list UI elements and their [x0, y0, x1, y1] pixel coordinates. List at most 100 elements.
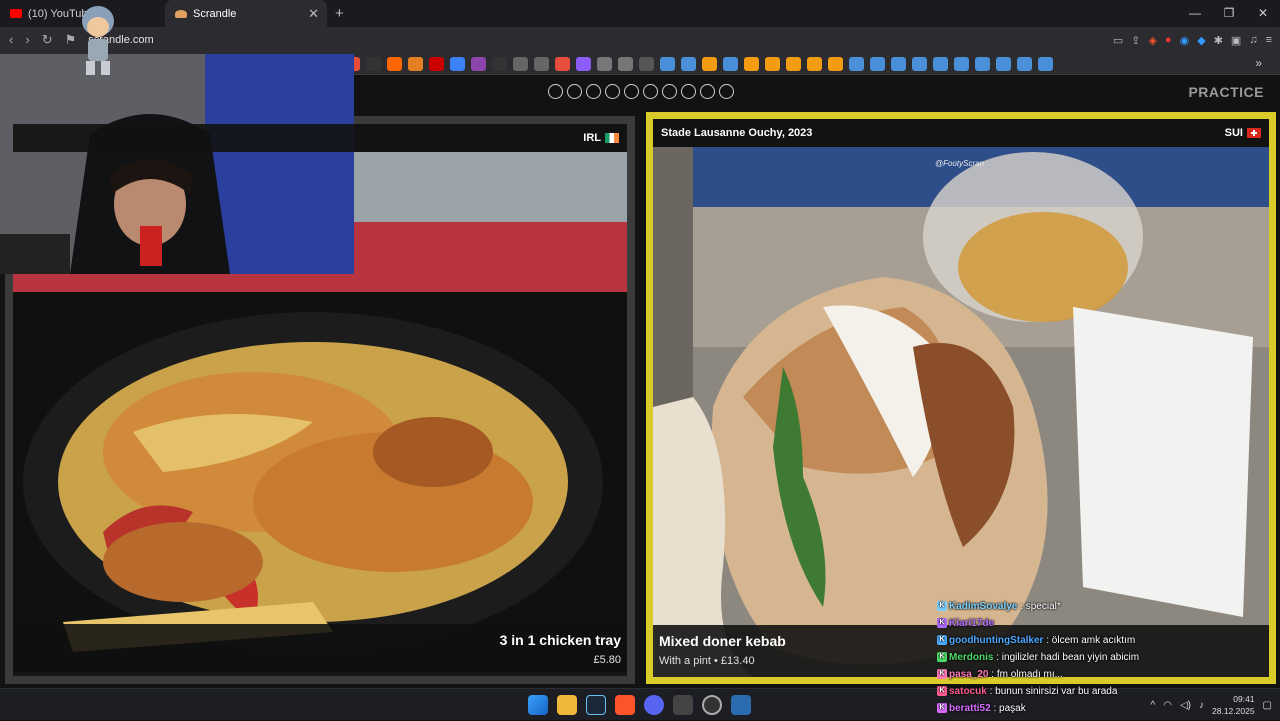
brave-icon[interactable] — [615, 695, 635, 715]
chat-separator: : — [986, 686, 996, 697]
steam-icon[interactable] — [586, 695, 606, 715]
round-dot — [700, 84, 715, 99]
bookmark-favicon-icon[interactable] — [1038, 57, 1053, 71]
bookmark-favicon-icon[interactable] — [429, 57, 444, 71]
chat-username[interactable]: pasa_20 — [949, 669, 988, 680]
reload-icon[interactable]: ↻ — [42, 32, 53, 48]
card-footer: 3 in 1 chicken tray £5.80 — [13, 624, 627, 676]
chat-separator: : — [988, 669, 997, 680]
bookmark-favicon-icon[interactable] — [870, 57, 885, 71]
round-dot — [643, 84, 658, 99]
location-label: Stade Lausanne Ouchy, 2023 — [661, 127, 813, 139]
chat-badge-icon: K — [937, 669, 947, 680]
bookmark-favicon-icon[interactable] — [576, 57, 591, 71]
notification-icon[interactable]: ▢ — [1263, 700, 1272, 711]
file-explorer-icon[interactable] — [557, 695, 577, 715]
bookmark-favicon-icon[interactable] — [807, 57, 822, 71]
extension-icon[interactable]: ● — [1165, 34, 1172, 46]
chat-message: K Merdonis : ingilizler hadi bean yiyin a… — [937, 649, 1237, 666]
bookmark-favicon-icon[interactable] — [765, 57, 780, 71]
mode-label: PRACTICE — [1188, 84, 1264, 100]
bookmark-favicon-icon[interactable] — [1017, 57, 1032, 71]
chat-separator: : — [993, 652, 1002, 663]
bookmark-favicon-icon[interactable] — [471, 57, 486, 71]
windows-start-icon[interactable] — [528, 695, 548, 715]
restore-button[interactable]: ❐ — [1212, 0, 1246, 27]
bookmark-favicon-icon[interactable] — [408, 57, 423, 71]
bookmark-favicon-icon[interactable] — [849, 57, 864, 71]
chat-username[interactable]: Kiari17de — [949, 618, 994, 629]
extension-icon[interactable]: ◆ — [1197, 34, 1205, 47]
chat-badge-icon: K — [937, 686, 947, 697]
bookmark-favicon-icon[interactable] — [828, 57, 843, 71]
chat-text: bunun sinirsizi var bu arada — [995, 686, 1118, 697]
discord-icon[interactable] — [644, 695, 664, 715]
chat-badge-icon: K — [937, 652, 947, 663]
close-tab-icon[interactable]: ✕ — [308, 6, 319, 22]
chat-username[interactable]: satocuk — [949, 686, 987, 697]
minimize-button[interactable]: — — [1178, 0, 1212, 27]
bookmark-favicon-icon[interactable] — [618, 57, 633, 71]
bookmark-favicon-icon[interactable] — [660, 57, 675, 71]
new-tab-button[interactable]: + — [335, 5, 344, 22]
close-window-button[interactable]: ✕ — [1246, 0, 1280, 27]
browser-tab-bar: (10) YouTube Scrandle ✕ + — ❐ ✕ — [0, 0, 1280, 27]
bookmark-favicon-icon[interactable] — [996, 57, 1011, 71]
photo-watermark: @FootyScran — [935, 159, 985, 168]
bookmark-icon[interactable]: ⚑ — [65, 32, 77, 48]
bookmark-favicon-icon[interactable] — [513, 57, 528, 71]
chat-badge-icon: K — [937, 635, 947, 646]
bookmark-favicon-icon[interactable] — [723, 57, 738, 71]
bookmark-favicon-icon[interactable] — [450, 57, 465, 71]
country-code: SUI — [1224, 127, 1243, 139]
country-code: IRL — [583, 132, 601, 144]
round-dot — [586, 84, 601, 99]
bookmark-favicon-icon[interactable] — [891, 57, 906, 71]
round-dot — [624, 84, 639, 99]
forward-icon[interactable]: › — [25, 32, 29, 48]
food-title: 3 in 1 chicken tray — [499, 632, 621, 648]
bookmark-favicon-icon[interactable] — [786, 57, 801, 71]
bookmark-favicon-icon[interactable] — [492, 57, 507, 71]
chat-username[interactable]: Merdonis — [949, 652, 993, 663]
tab-scrandle[interactable]: Scrandle ✕ — [165, 0, 327, 27]
chat-username[interactable]: KadimSovalye — [949, 601, 1017, 612]
bookmark-favicon-icon[interactable] — [975, 57, 990, 71]
bookmark-favicon-icon[interactable] — [597, 57, 612, 71]
chat-username[interactable]: beratti52 — [949, 703, 991, 714]
bookmark-favicon-icon[interactable] — [954, 57, 969, 71]
sidebar-icon[interactable]: ▣ — [1231, 34, 1241, 47]
card-header: Stade Lausanne Ouchy, 2023 SUI — [653, 119, 1269, 147]
chat-username[interactable]: goodhuntingStalker — [949, 635, 1043, 646]
bookmark-favicon-icon[interactable] — [366, 57, 381, 71]
bookmark-favicon-icon[interactable] — [555, 57, 570, 71]
app-icon[interactable] — [673, 695, 693, 715]
extensions-icon[interactable]: ✱ — [1214, 34, 1223, 47]
address-bar: ‹ › ↻ ⚑ scrandle.com ▭ ⇪ ◈ ● ◉ ◆ ✱ ▣ ♫ ≡ — [0, 27, 1280, 53]
menu-icon[interactable]: ≡ — [1266, 34, 1272, 46]
share-icon[interactable]: ⇪ — [1131, 34, 1140, 47]
app-icon[interactable] — [731, 695, 751, 715]
chat-message: Kpasa_20 : fm olmadı mı... — [937, 666, 1237, 683]
chat-message: Ksatocuk : bunun sinirsizi var bu arada — [937, 683, 1237, 700]
bookmark-favicon-icon[interactable] — [639, 57, 654, 71]
back-icon[interactable]: ‹ — [9, 32, 13, 48]
cast-icon[interactable]: ▭ — [1113, 34, 1123, 47]
chat-badge-icon: K — [937, 618, 947, 629]
media-icon[interactable]: ♫ — [1249, 34, 1257, 46]
bookmark-favicon-icon[interactable] — [702, 57, 717, 71]
bookmark-favicon-icon[interactable] — [744, 57, 759, 71]
bookmark-favicon-icon[interactable] — [933, 57, 948, 71]
bookmark-favicon-icon[interactable] — [681, 57, 696, 71]
app-icon[interactable] — [702, 695, 722, 715]
chat-separator: : — [990, 703, 1000, 714]
more-bookmarks-icon[interactable]: » — [1255, 56, 1262, 70]
round-dot — [681, 84, 696, 99]
bookmark-favicon-icon[interactable] — [534, 57, 549, 71]
brave-shield-icon[interactable]: ◈ — [1149, 34, 1157, 47]
chat-message: K Kiari17de — [937, 615, 1237, 632]
bookmark-favicon-icon[interactable] — [912, 57, 927, 71]
chat-message: KgoodhuntingStalker : ölcem amk acıktım — [937, 632, 1237, 649]
extension-icon[interactable]: ◉ — [1180, 34, 1190, 47]
bookmark-favicon-icon[interactable] — [387, 57, 402, 71]
